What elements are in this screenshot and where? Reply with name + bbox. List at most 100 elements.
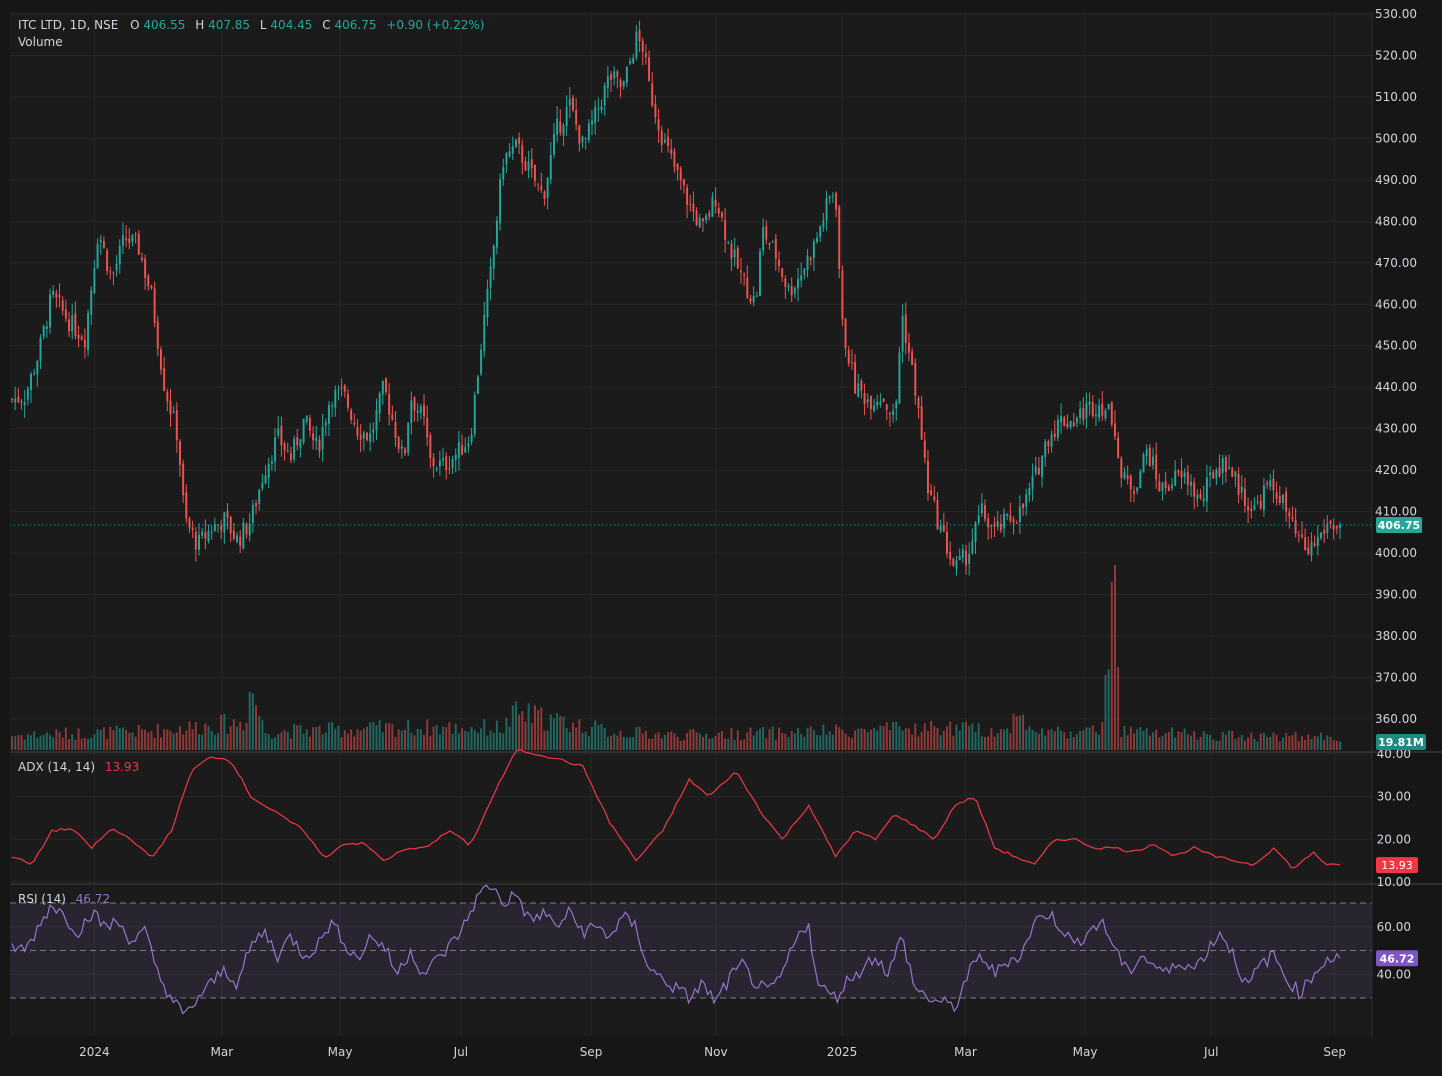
candle-body [850, 362, 853, 364]
candle-body [610, 74, 613, 80]
candle-body [1199, 493, 1202, 499]
time-axis-label: Mar [954, 1045, 977, 1059]
volume-bar [1053, 731, 1056, 750]
candle-body [591, 120, 593, 125]
candle-body [134, 233, 137, 235]
candle-body [1335, 526, 1338, 529]
volume-bar [692, 728, 695, 750]
volume-bar [134, 736, 137, 750]
candle-body [1256, 501, 1259, 503]
price-axis-label: 480.00 [1375, 214, 1417, 228]
candle-body [1088, 401, 1091, 405]
volume-legend-label[interactable]: Volume [18, 35, 63, 49]
volume-bar [52, 737, 55, 750]
candle-body [131, 234, 134, 242]
volume-bar [270, 738, 273, 750]
candle-body [359, 435, 362, 440]
candle-body [1262, 485, 1265, 511]
rsi-tag-text: 46.72 [1380, 952, 1415, 965]
candle-body [996, 520, 999, 527]
candle-body [201, 531, 204, 536]
volume-bar [537, 710, 540, 750]
volume-bar [1022, 714, 1025, 750]
candle-body [188, 518, 191, 528]
volume-bar [33, 731, 36, 750]
legend-high-label: H [195, 18, 204, 32]
volume-bar [1136, 729, 1139, 750]
chart-canvas[interactable]: 530.00 520.00 510.00 500.00 490.00 480.00 470.… [0, 0, 1442, 1076]
volume-bar [61, 737, 64, 750]
candle-body [638, 30, 641, 42]
candle-body [144, 258, 147, 278]
candle-body [461, 445, 464, 455]
volume-bar [1034, 732, 1037, 750]
candle-body [1056, 419, 1059, 438]
volume-bar [787, 736, 790, 750]
volume-bar [676, 736, 679, 750]
adx-legend[interactable]: ADX (14, 14) 13.93 [18, 760, 139, 774]
candle-body [109, 271, 112, 273]
volume-bar [1243, 740, 1246, 750]
volume-bar [673, 733, 676, 750]
candle-body [480, 349, 483, 374]
volume-bar [372, 721, 375, 750]
volume-bar [198, 734, 200, 750]
volume-bar [451, 733, 454, 750]
volume-bar [1247, 737, 1250, 750]
candle-body [1285, 491, 1288, 512]
candle-body [1171, 484, 1173, 489]
candle-body [362, 432, 365, 439]
candle-body [454, 454, 457, 460]
volume-bar [397, 729, 400, 750]
volume-bar [93, 734, 96, 750]
volume-bar [448, 722, 451, 750]
volume-bar [1079, 730, 1082, 750]
volume-bar [1231, 730, 1234, 750]
candle-body [1133, 491, 1135, 495]
candle-body [759, 251, 761, 296]
candle-body [1272, 478, 1275, 491]
candle-body [632, 57, 635, 64]
volume-bar [743, 739, 746, 750]
volume-bar [882, 726, 885, 750]
candle-body [613, 71, 616, 79]
volume-bar [1098, 734, 1101, 750]
volume-bar [603, 728, 606, 750]
volume-bar [1329, 736, 1332, 750]
volume-bar [185, 730, 188, 750]
volume-bar [524, 721, 527, 750]
volume-bar [901, 730, 904, 750]
time-axis-label: Mar [211, 1045, 234, 1059]
candle-body [603, 85, 606, 106]
candle-body [1247, 506, 1250, 511]
volume-bar [1186, 734, 1189, 750]
volume-bar [49, 734, 52, 750]
volume-bar [1139, 727, 1142, 750]
volume-bar [80, 738, 83, 750]
volume-bar [1171, 727, 1173, 750]
candle-body [892, 410, 895, 416]
volume-bar [77, 728, 80, 750]
candle-body [888, 412, 891, 415]
volume-bar [166, 729, 169, 750]
adx-axis-label: 20.00 [1377, 832, 1411, 846]
candle-body [511, 146, 514, 154]
candle-body [1221, 458, 1224, 474]
volume-bar [549, 714, 552, 750]
rsi-legend[interactable]: RSI (14) 46.72 [18, 892, 110, 906]
candle-body [568, 99, 571, 106]
price-axis-label: 490.00 [1375, 173, 1417, 187]
candle-body [1320, 532, 1322, 539]
candle-body [1237, 473, 1240, 495]
volume-bar [255, 705, 258, 750]
legend-open-value: 406.55 [143, 18, 185, 32]
volume-bar [305, 729, 308, 750]
candle-body [559, 121, 562, 133]
candle-body [1224, 457, 1227, 472]
candle-body [369, 433, 372, 442]
candle-body [1202, 498, 1205, 502]
legend-line[interactable]: ITC LTD, 1D, NSE O 406.55 H 407.85 L 404… [18, 18, 484, 32]
candle-body [182, 463, 185, 496]
candle-body [1110, 402, 1113, 425]
volume-bar [407, 719, 410, 750]
